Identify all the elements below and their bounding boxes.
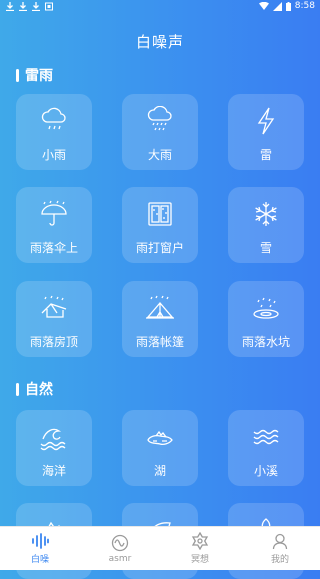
puddle-rain-icon	[253, 297, 279, 319]
tile-window-rain[interactable]: 雨打窗户	[122, 187, 198, 263]
tile-ocean[interactable]: 海洋	[16, 410, 92, 486]
stream-icon	[253, 429, 279, 445]
tile-label: 雷	[259, 148, 272, 162]
tile-label: 雪	[259, 241, 272, 255]
tile-tent-rain[interactable]: 雨落帐篷	[122, 281, 198, 357]
umbrella-rain-icon	[41, 200, 67, 226]
tab-label: 冥想	[190, 555, 209, 565]
tile-thunder[interactable]: 雷	[228, 94, 304, 170]
tile-stream[interactable]: 小溪	[228, 410, 304, 486]
section-title-nature: 自然	[16, 379, 53, 399]
tile-label: 湖	[153, 464, 166, 478]
tile-label: 大雨	[147, 148, 172, 162]
tab-asmr[interactable]: asmr	[90, 534, 150, 564]
tile-label: 小雨	[41, 148, 66, 162]
status-bar: 8:58	[0, 0, 320, 14]
tab-white-noise[interactable]: 白噪	[10, 532, 70, 565]
roof-rain-icon	[41, 295, 67, 318]
section-bar	[16, 68, 19, 82]
window-rain-icon	[148, 202, 172, 226]
battery-icon	[285, 1, 291, 11]
section-bar	[16, 382, 19, 396]
tile-label: 海洋	[41, 464, 66, 478]
tile-puddle-rain[interactable]: 雨落水坑	[228, 281, 304, 357]
tile-snow[interactable]: 雪	[228, 187, 304, 263]
tile-umbrella-rain[interactable]: 雨落伞上	[16, 187, 92, 263]
tile-light-rain[interactable]: 小雨	[16, 94, 92, 170]
tab-label: asmr	[108, 553, 132, 564]
tab-profile[interactable]: 我的	[250, 532, 310, 565]
asmr-icon	[111, 534, 129, 551]
section-title-rain: 雷雨	[16, 65, 53, 85]
tile-label: 雨落水坑	[241, 335, 290, 349]
signal-icon	[272, 1, 282, 11]
lake-icon	[147, 430, 173, 446]
download-icon	[32, 2, 40, 11]
tile-label: 小溪	[253, 464, 278, 478]
page-title: 白噪声	[135, 33, 184, 51]
section-label: 自然	[25, 382, 53, 398]
ocean-wave-icon	[40, 428, 66, 451]
tile-label: 雨落伞上	[29, 241, 78, 255]
tile-label: 雨打窗户	[135, 241, 184, 255]
tile-lake[interactable]: 湖	[122, 410, 198, 486]
soundwave-icon	[32, 533, 49, 549]
tab-label: 白噪	[30, 555, 49, 565]
tab-label: 我的	[270, 555, 289, 565]
meditation-icon	[191, 532, 209, 550]
cloud-rain-heavy-icon	[147, 106, 172, 131]
tab-meditation[interactable]: 冥想	[170, 532, 230, 565]
cloud-rain-light-icon	[41, 107, 66, 130]
status-time: 8:58	[294, 1, 315, 11]
wifi-icon	[258, 2, 269, 10]
snowflake-icon	[255, 202, 277, 226]
tile-label: 雨落房顶	[29, 335, 78, 349]
bottom-tab-bar: 白噪 asmr 冥想 我的	[0, 526, 320, 570]
profile-icon	[272, 533, 288, 550]
notification-icon	[45, 2, 53, 11]
tile-roof-rain[interactable]: 雨落房顶	[16, 281, 92, 357]
tile-label: 雨落帐篷	[135, 335, 184, 349]
tent-rain-icon	[146, 295, 174, 319]
lightning-icon	[257, 107, 275, 135]
tile-heavy-rain[interactable]: 大雨	[122, 94, 198, 170]
download-icon	[6, 2, 14, 11]
section-label: 雷雨	[25, 68, 53, 84]
download-icon	[19, 2, 27, 11]
